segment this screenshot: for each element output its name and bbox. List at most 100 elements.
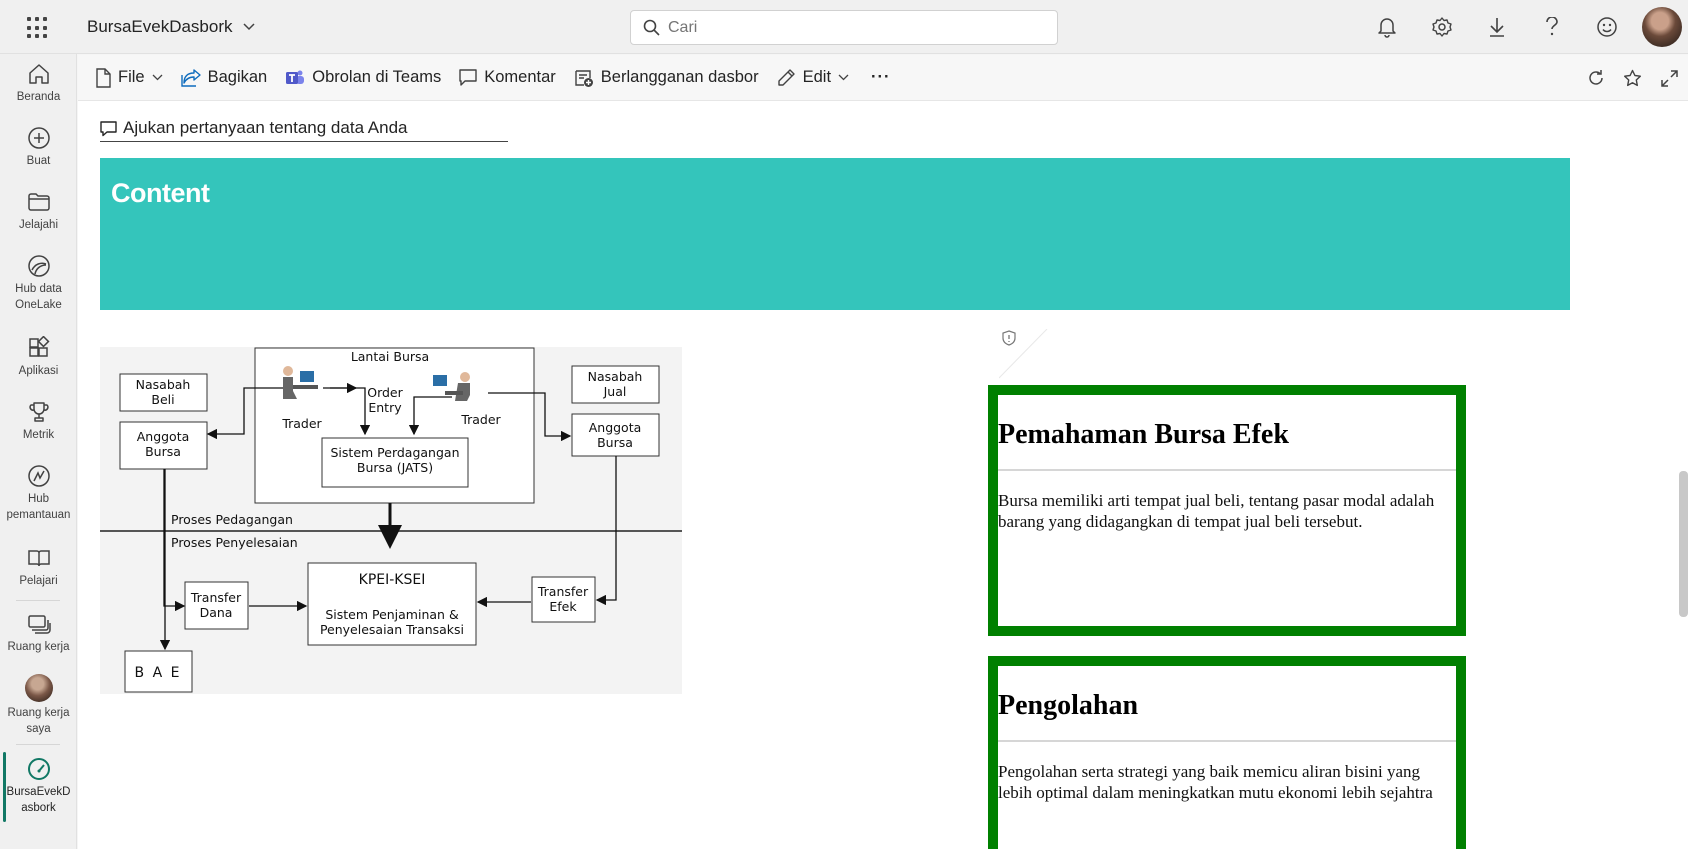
subscribe-label: Berlangganan dasbor (600, 68, 759, 86)
help-icon[interactable] (1524, 0, 1579, 54)
diagram-label-nasabah-beli-1: Nasabah (136, 377, 191, 392)
app-launcher-icon[interactable] (27, 17, 49, 39)
nav-item-onelake[interactable]: Hub data OneLake (0, 254, 77, 313)
diagram-label-kpei-sub-1: Sistem Penjaminan & (325, 607, 459, 622)
info-card-pemahaman[interactable]: Pemahaman Bursa Efek Bursa memiliki arti… (988, 385, 1466, 636)
share-icon (180, 68, 201, 87)
diagram-label-anggota-right-2: Bursa (597, 435, 633, 450)
comment-label: Komentar (484, 68, 556, 86)
notifications-icon[interactable] (1359, 0, 1414, 54)
diagram-label-anggota-left-2: Bursa (145, 444, 181, 459)
shield-info-icon[interactable] (998, 328, 1059, 384)
diagram-label-kpei-sub-2: Penyelesaian Transaksi (320, 622, 464, 637)
diagram-label-jats-2: Bursa (JATS) (357, 460, 433, 475)
nav-item-metrics[interactable]: Metrik (0, 400, 77, 443)
chevron-down-icon (152, 74, 163, 81)
top-bar: BursaEvekDasbork (0, 0, 1688, 54)
nav-item-workspaces[interactable]: Ruang kerja (0, 612, 77, 655)
nav-label: Jelajahi (19, 219, 58, 231)
diagram-label-proses-penyelesaian: Proses Penyelesaian (171, 535, 298, 550)
chat-bubble-icon (100, 120, 117, 136)
diagram-label-nasabah-beli-2: Beli (151, 392, 174, 407)
info-card-pengolahan[interactable]: Pengolahan Pengolahan serta strategi yan… (988, 656, 1466, 849)
file-label: File (118, 68, 145, 86)
download-icon[interactable] (1469, 0, 1524, 54)
app-title: BursaEvekDasbork (87, 17, 233, 36)
nav-label: Hub data OneLake (15, 283, 62, 311)
file-menu-button[interactable]: File (95, 67, 163, 88)
nav-item-apps[interactable]: Aplikasi (0, 336, 77, 379)
chevron-down-icon (242, 23, 255, 31)
diagram-label-kpei: KPEI-KSEI (359, 572, 426, 588)
nav-label: Hub pemantauan (6, 493, 71, 521)
diagram-label-lantai-bursa: Lantai Bursa (351, 349, 429, 364)
comment-icon (459, 69, 477, 86)
stock-exchange-diagram-tile[interactable]: Lantai Bursa Nasabah Beli Anggota Bursa … (100, 347, 682, 694)
card-title: Pengolahan (998, 690, 1139, 721)
home-icon (28, 64, 49, 84)
edit-label: Edit (802, 68, 832, 86)
vertical-scrollbar[interactable] (1679, 471, 1688, 617)
more-options-icon: ··· (871, 68, 891, 86)
nav-item-learn[interactable]: Pelajari (0, 546, 77, 589)
diagram-label-anggota-left-1: Anggota (137, 429, 190, 444)
subscribe-dashboard-button[interactable]: Berlangganan dasbor (574, 68, 759, 88)
plus-circle-icon (27, 127, 50, 149)
comment-button[interactable]: Komentar (459, 68, 556, 87)
share-button[interactable]: Bagikan (180, 68, 268, 87)
nav-label: Metrik (22, 429, 55, 441)
nav-item-current-dashboard[interactable]: BursaEvekD asbork (0, 757, 77, 816)
apps-icon (28, 336, 50, 357)
diagram-label-jats-1: Sistem Perdagangan (331, 445, 460, 460)
left-navigation: Beranda Buat Jelajahi Hub data OneLake A… (0, 54, 77, 849)
file-icon (96, 67, 111, 88)
search-box[interactable] (630, 10, 1058, 45)
nav-item-my-workspace[interactable]: Ruang kerja saya (0, 674, 77, 737)
search-input[interactable] (668, 18, 1048, 37)
qna-question-box[interactable]: Ajukan pertanyaan tentang data Anda (100, 115, 508, 142)
refresh-icon[interactable] (1577, 55, 1614, 101)
nav-item-home[interactable]: Beranda (0, 62, 77, 105)
nav-divider (16, 600, 60, 601)
edit-menu-button[interactable]: Edit (777, 68, 849, 87)
onelake-icon (27, 255, 50, 277)
chat-in-teams-button[interactable]: Obrolan di Teams (285, 68, 441, 87)
dashboard-gauge-icon (27, 758, 50, 780)
nav-divider (16, 744, 60, 745)
qna-placeholder: Ajukan pertanyaan tentang data Anda (123, 118, 408, 137)
fullscreen-expand-icon[interactable] (1651, 55, 1688, 101)
chevron-down-icon (838, 74, 849, 81)
diagram-label-transfer-dana-2: Dana (200, 605, 233, 620)
settings-gear-icon[interactable] (1414, 0, 1469, 54)
nav-label: Aplikasi (18, 365, 59, 377)
feedback-smiley-icon[interactable] (1579, 0, 1634, 54)
dashboard-toolbar: File Bagikan Obrolan di Teams Komentar B… (78, 55, 1688, 101)
more-options-button[interactable]: ··· (871, 68, 890, 87)
nav-item-create[interactable]: Buat (0, 126, 77, 169)
diagram-label-bae: B A E (135, 665, 182, 681)
diagram-label-trader-right: Trader (460, 412, 501, 427)
diagram-label-transfer-efek-2: Efek (549, 599, 577, 614)
book-icon (27, 550, 50, 567)
user-avatar[interactable] (1642, 7, 1682, 47)
content-banner-tile[interactable]: Content (100, 158, 1570, 310)
diagram-label-anggota-right-1: Anggota (589, 420, 642, 435)
folder-icon (27, 193, 50, 211)
favorite-star-icon[interactable] (1614, 55, 1651, 101)
nav-item-monitoring-hub[interactable]: Hub pemantauan (0, 464, 77, 523)
app-title-dropdown[interactable]: BursaEvekDasbork (87, 17, 255, 37)
teams-label: Obrolan di Teams (312, 68, 442, 86)
nav-label: Buat (26, 155, 51, 167)
dashboard-canvas: Ajukan pertanyaan tentang data Anda Cont… (78, 101, 1688, 849)
diagram-label-proses-pedagangan: Proses Pedagangan (171, 512, 293, 527)
nav-label: Ruang kerja (7, 641, 70, 653)
diagram-label-order-entry-1: Order (367, 385, 403, 400)
nav-item-browse[interactable]: Jelajahi (0, 190, 77, 233)
stock-exchange-diagram: Lantai Bursa Nasabah Beli Anggota Bursa … (100, 347, 682, 693)
nav-label: Beranda (16, 91, 61, 103)
trophy-icon (28, 402, 49, 422)
share-label: Bagikan (207, 68, 268, 86)
workspaces-icon (27, 615, 51, 634)
diagram-label-nasabah-jual-1: Nasabah (588, 369, 643, 384)
search-icon (643, 19, 660, 36)
